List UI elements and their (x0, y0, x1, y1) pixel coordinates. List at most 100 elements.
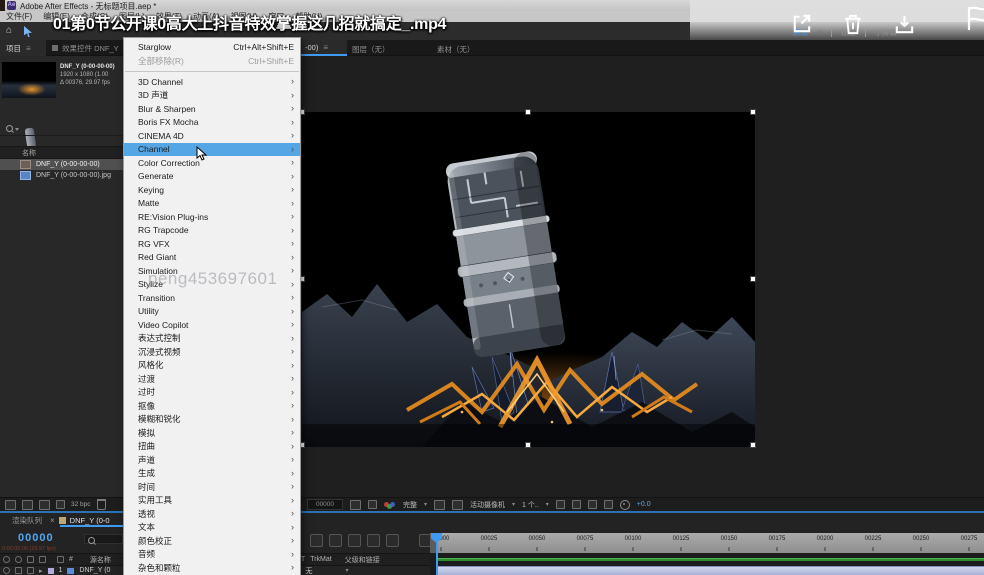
flowchart-icon[interactable] (604, 500, 613, 509)
show-snapshot-icon[interactable] (368, 500, 377, 509)
selection-handle[interactable] (751, 110, 755, 114)
new-folder-icon[interactable] (22, 500, 33, 510)
tab-layer[interactable]: 图层（无） (352, 44, 390, 55)
timeline-button-icon[interactable] (588, 500, 597, 509)
layer-name[interactable]: DNF_Y (0 (79, 567, 110, 574)
expand-arrow-icon[interactable]: ▸ (39, 567, 43, 575)
comp-time-field[interactable]: 00000 (307, 499, 343, 510)
effects-menu-item[interactable]: Utility› (124, 305, 300, 319)
camera-view-select[interactable]: 活动摄像机 (470, 500, 505, 510)
effects-menu-item[interactable]: 文本› (124, 521, 300, 535)
motion-blur-icon[interactable] (386, 534, 399, 547)
effects-menu-item[interactable]: 表达式控制› (124, 332, 300, 346)
view-layout-select[interactable]: 1 个.. (522, 500, 539, 510)
effects-menu-item[interactable]: Channel› (124, 143, 300, 157)
selection-handle[interactable] (526, 110, 530, 114)
new-composition-icon[interactable] (39, 500, 50, 510)
effects-menu-item[interactable]: 时间› (124, 480, 300, 494)
effects-menu-item[interactable]: StarglowCtrl+Alt+Shift+E (124, 40, 300, 54)
video-visibility-icon[interactable] (3, 556, 10, 563)
effects-menu-item[interactable]: 沉浸式视频› (124, 345, 300, 359)
effects-menu-item[interactable]: RG Trapcode› (124, 224, 300, 238)
effects-menu-item[interactable]: CINEMA 4D› (124, 129, 300, 143)
snapshot-camera-icon[interactable] (350, 500, 361, 510)
region-of-interest-icon[interactable] (434, 500, 445, 510)
trkmat-column[interactable]: TrkMat (310, 556, 332, 563)
effects-menu-item[interactable]: 生成› (124, 467, 300, 481)
fast-previews-icon[interactable] (572, 500, 581, 509)
pixel-aspect-icon[interactable] (556, 500, 565, 509)
menubar-item[interactable]: 文件(F) (6, 11, 32, 22)
delete-icon[interactable] (97, 499, 106, 510)
effects-menu-item[interactable]: Red Giant› (124, 251, 300, 265)
time-ruler[interactable]: 0000000025000500007500100001250015000175… (430, 533, 984, 553)
layer-switch[interactable] (15, 567, 22, 574)
workspace-menu-icon[interactable]: ≡ (817, 28, 822, 37)
exposure-gear-icon[interactable] (620, 500, 630, 510)
solo-icon[interactable] (27, 556, 34, 563)
parent-link-column[interactable]: 父级和链接 (345, 555, 380, 565)
effects-menu-item[interactable]: 音频› (124, 548, 300, 562)
layer-switch[interactable] (27, 567, 34, 574)
exposure-value[interactable]: +0.0 (637, 501, 651, 508)
tab-footage[interactable]: 素材（无） (437, 44, 475, 55)
effects-menu-item[interactable]: 过渡› (124, 372, 300, 386)
frame-blending-icon[interactable] (367, 534, 380, 547)
tab-project[interactable]: 项目 ≡ (0, 40, 46, 56)
effects-menu-item[interactable]: 3D Channel› (124, 75, 300, 89)
transparency-grid-icon[interactable] (452, 500, 463, 510)
effects-menu-item[interactable]: RE:Vision Plug-ins› (124, 210, 300, 224)
tab-effect-controls[interactable]: 效果控件 DNF_Y (52, 40, 119, 56)
composition-viewport[interactable] (302, 112, 755, 447)
effects-menu-item[interactable]: 声道› (124, 453, 300, 467)
effects-menu-item[interactable]: 透视› (124, 507, 300, 521)
tab-timeline-comp[interactable]: × DNF_Y (0-0 (50, 516, 110, 525)
effects-menu-item[interactable]: Matte› (124, 197, 300, 211)
flag-icon[interactable] (966, 4, 984, 32)
parent-select[interactable]: 无 (306, 566, 313, 575)
layer-visibility-icon[interactable] (3, 567, 10, 574)
effects-menu-item[interactable]: Video Copilot› (124, 318, 300, 332)
home-icon[interactable]: ⌂ (6, 26, 12, 36)
effects-menu-item[interactable]: 实用工具› (124, 494, 300, 508)
lock-icon[interactable] (39, 556, 46, 563)
selection-handle[interactable] (751, 277, 755, 281)
effects-menu-item[interactable]: Boris FX Mocha› (124, 116, 300, 130)
resolution-select[interactable]: 完整 (403, 500, 417, 510)
effects-menu-item[interactable]: 抠像› (124, 399, 300, 413)
share-icon[interactable] (790, 12, 813, 35)
effects-menu-item[interactable]: 3D 声道› (124, 89, 300, 103)
bit-depth-label[interactable]: 32 bpc (71, 501, 91, 508)
effects-menu-item[interactable]: 杂色和颗粒› (124, 561, 300, 575)
effects-menu-item[interactable]: 过时› (124, 386, 300, 400)
composition-mini-flowchart-icon[interactable] (310, 534, 323, 547)
audio-icon[interactable] (15, 556, 22, 563)
interpret-footage-icon[interactable] (5, 500, 16, 510)
layer-duration-bar[interactable] (437, 566, 984, 575)
panel-menu-icon[interactable]: ≡ (26, 44, 31, 53)
selection-handle[interactable] (526, 443, 530, 447)
trash-icon[interactable] (843, 13, 863, 36)
label-column-icon[interactable] (57, 556, 64, 563)
effects-menu-item[interactable]: 扭曲› (124, 440, 300, 454)
current-time-display[interactable]: 00000 (18, 532, 54, 544)
layer-number-column[interactable]: # (69, 556, 73, 563)
effects-menu-item[interactable]: Blur & Sharpen› (124, 102, 300, 116)
effects-menu-item[interactable]: Transition› (124, 291, 300, 305)
effects-menu-item[interactable]: Color Correction› (124, 156, 300, 170)
selection-handle[interactable] (751, 443, 755, 447)
show-channels-icon[interactable] (384, 501, 396, 509)
panel-menu-icon[interactable]: ≡ (323, 43, 328, 52)
effects-menu-item[interactable]: 风格化› (124, 359, 300, 373)
effects-menu-item[interactable]: 颜色校正› (124, 534, 300, 548)
draft-3d-icon[interactable] (329, 534, 342, 547)
effects-menu-item[interactable]: Generate› (124, 170, 300, 184)
effects-menu-item[interactable]: Keying› (124, 183, 300, 197)
hide-shy-layers-icon[interactable] (348, 534, 361, 547)
close-icon[interactable]: × (50, 516, 55, 525)
effects-menu-item[interactable]: 模拟› (124, 426, 300, 440)
tab-composition[interactable]: -00) ≡ (301, 40, 347, 56)
effects-menu-item[interactable]: RG VFX› (124, 237, 300, 251)
t-column[interactable]: T (301, 556, 305, 563)
tab-render-queue[interactable]: 渲染队列 (12, 515, 42, 526)
